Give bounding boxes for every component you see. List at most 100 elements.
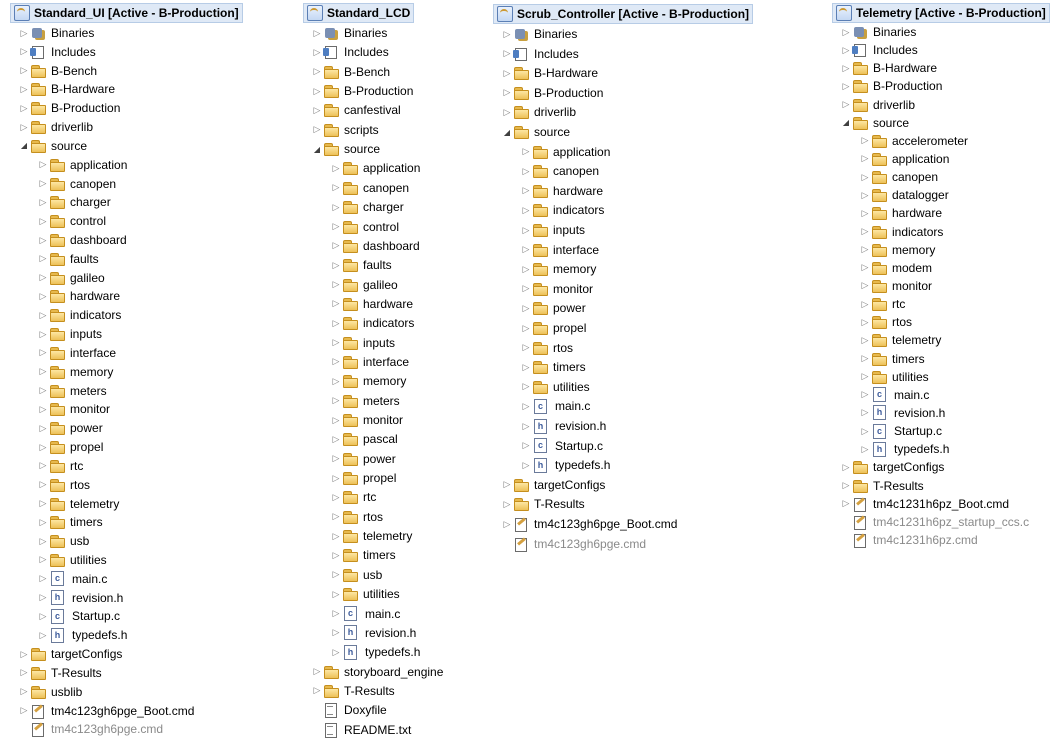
expand-arrow-icon[interactable]: ▷ [330, 647, 342, 658]
tree-item-pascal[interactable]: ▷ pascal [330, 430, 398, 448]
expand-arrow-icon[interactable]: ▷ [330, 298, 342, 309]
expand-arrow-icon[interactable]: ▷ [520, 225, 532, 236]
tree-item-indicators[interactable]: ▷ indicators [520, 201, 604, 219]
expand-arrow-icon[interactable]: ▷ [501, 48, 513, 59]
collapse-arrow-icon[interactable]: ◢ [501, 128, 513, 137]
project-header[interactable]: Standard_UI [Active - B-Production] [10, 3, 243, 23]
expand-arrow-icon[interactable]: ▷ [840, 498, 852, 509]
expand-arrow-icon[interactable]: ▷ [520, 146, 532, 157]
expand-arrow-icon[interactable]: ▷ [330, 511, 342, 522]
expand-arrow-icon[interactable]: ▷ [37, 630, 49, 641]
tree-item-usblib[interactable]: ▷ usblib [18, 683, 82, 701]
tree-item-includes[interactable]: ▷ Includes [501, 45, 579, 63]
expand-arrow-icon[interactable]: ▷ [37, 573, 49, 584]
tree-item-b-hardware[interactable]: ▷ B-Hardware [501, 64, 598, 82]
expand-arrow-icon[interactable]: ▷ [520, 283, 532, 294]
expand-arrow-icon[interactable]: ▷ [37, 423, 49, 434]
tree-item-main-c[interactable]: ▷ c main.c [37, 570, 107, 588]
tree-item-b-hardware[interactable]: ▷ B-Hardware [840, 59, 937, 77]
tree-item-galileo[interactable]: ▷ galileo [37, 269, 105, 287]
tree-item-revision-h[interactable]: ▷ h revision.h [330, 624, 416, 642]
expand-arrow-icon[interactable]: ▷ [520, 166, 532, 177]
expand-arrow-icon[interactable]: ▷ [37, 178, 49, 189]
tree-item-telemetry[interactable]: ▷ telemetry [859, 331, 941, 349]
expand-arrow-icon[interactable]: ▷ [37, 536, 49, 547]
expand-arrow-icon[interactable]: ▷ [37, 310, 49, 321]
expand-arrow-icon[interactable]: ▷ [840, 27, 852, 38]
expand-arrow-icon[interactable]: ▷ [501, 499, 513, 510]
tree-item-rtos[interactable]: ▷ rtos [37, 476, 90, 494]
tree-item-monitor[interactable]: ▷ monitor [859, 277, 932, 295]
tree-item-rtos[interactable]: ▷ rtos [330, 508, 383, 526]
expand-arrow-icon[interactable]: ▷ [311, 685, 323, 696]
expand-arrow-icon[interactable]: ▷ [18, 705, 30, 716]
expand-arrow-icon[interactable]: ▷ [37, 479, 49, 490]
expand-arrow-icon[interactable]: ▷ [311, 105, 323, 116]
tree-item-utilities[interactable]: ▷ utilities [520, 378, 590, 396]
expand-arrow-icon[interactable]: ▷ [859, 407, 871, 418]
expand-arrow-icon[interactable]: ▷ [520, 440, 532, 451]
tree-item-typedefs-h[interactable]: ▷ h typedefs.h [37, 626, 127, 644]
expand-arrow-icon[interactable]: ▷ [37, 611, 49, 622]
tree-item-scripts[interactable]: ▷ scripts [311, 121, 379, 139]
expand-arrow-icon[interactable]: ▷ [37, 498, 49, 509]
expand-arrow-icon[interactable]: ▷ [330, 202, 342, 213]
tree-item-faults[interactable]: ▷ faults [37, 250, 99, 268]
expand-arrow-icon[interactable]: ▷ [330, 434, 342, 445]
tree-item-main-c[interactable]: ▷ c main.c [520, 397, 590, 415]
expand-arrow-icon[interactable]: ▷ [18, 103, 30, 114]
expand-arrow-icon[interactable]: ▷ [37, 291, 49, 302]
tree-item-memory[interactable]: ▷ memory [330, 372, 406, 390]
tree-item-timers[interactable]: ▷ timers [330, 546, 396, 564]
tree-item-rtos[interactable]: ▷ rtos [520, 339, 573, 357]
tree-item-b-production[interactable]: ▷ B-Production [501, 84, 603, 102]
expand-arrow-icon[interactable]: ▷ [330, 240, 342, 251]
tree-item-tm4c123gh6pge-boot-cmd[interactable]: ▷ tm4c123gh6pge_Boot.cmd [18, 702, 194, 720]
tree-item-b-production[interactable]: ▷ B-Production [311, 82, 413, 100]
expand-arrow-icon[interactable]: ▷ [18, 122, 30, 133]
expand-arrow-icon[interactable]: ▷ [330, 415, 342, 426]
expand-arrow-icon[interactable]: ▷ [840, 45, 852, 56]
expand-arrow-icon[interactable]: ▷ [330, 376, 342, 387]
tree-item-application[interactable]: ▷ application [859, 150, 949, 168]
tree-item-typedefs-h[interactable]: ▷ h typedefs.h [520, 456, 610, 474]
tree-item-indicators[interactable]: ▷ indicators [859, 223, 943, 241]
tree-item-modem[interactable]: ▷ modem [859, 259, 932, 277]
tree-item-tm4c1231h6pz-boot-cmd[interactable]: ▷ tm4c1231h6pz_Boot.cmd [840, 495, 1009, 513]
tree-item-control[interactable]: ▷ control [37, 212, 106, 230]
expand-arrow-icon[interactable]: ▷ [330, 337, 342, 348]
tree-item-includes[interactable]: ▷ Includes [18, 43, 96, 61]
expand-arrow-icon[interactable]: ▷ [520, 244, 532, 255]
expand-arrow-icon[interactable]: ▷ [37, 159, 49, 170]
tree-item-startup-c[interactable]: ▷ c Startup.c [859, 422, 942, 440]
tree-item-t-results[interactable]: ▷ T-Results [501, 495, 585, 513]
project-header[interactable]: Standard_LCD [303, 3, 415, 23]
tree-item-binaries[interactable]: ▷ Binaries [311, 24, 388, 42]
expand-arrow-icon[interactable]: ▷ [859, 262, 871, 273]
expand-arrow-icon[interactable]: ▷ [859, 153, 871, 164]
expand-arrow-icon[interactable]: ▷ [520, 264, 532, 275]
tree-item-telemetry[interactable]: ▷ telemetry [330, 527, 412, 545]
tree-item-interface[interactable]: ▷ interface [520, 241, 599, 259]
expand-arrow-icon[interactable]: ▷ [520, 323, 532, 334]
tree-item-charger[interactable]: ▷ charger [37, 193, 111, 211]
expand-arrow-icon[interactable]: ▷ [311, 124, 323, 135]
expand-arrow-icon[interactable]: ▷ [18, 84, 30, 95]
tree-item-source[interactable]: ◢ source [840, 114, 909, 132]
expand-arrow-icon[interactable]: ▷ [330, 318, 342, 329]
tree-item-memory[interactable]: ▷ memory [859, 241, 935, 259]
tree-item-charger[interactable]: ▷ charger [330, 198, 404, 216]
tree-item-memory[interactable]: ▷ memory [520, 260, 596, 278]
tree-item-targetconfigs[interactable]: ▷ targetConfigs [18, 645, 122, 663]
expand-arrow-icon[interactable]: ▷ [311, 666, 323, 677]
tree-item-application[interactable]: ▷ application [330, 159, 420, 177]
tree-item-storyboard-engine[interactable]: ▷ storyboard_engine [311, 663, 443, 681]
project-header[interactable]: Telemetry [Active - B-Production] [832, 3, 1050, 23]
tree-item-utilities[interactable]: ▷ utilities [37, 551, 107, 569]
expand-arrow-icon[interactable]: ▷ [330, 395, 342, 406]
tree-item-monitor[interactable]: ▷ monitor [520, 280, 593, 298]
expand-arrow-icon[interactable]: ▷ [501, 107, 513, 118]
expand-arrow-icon[interactable]: ▷ [330, 279, 342, 290]
expand-arrow-icon[interactable]: ▷ [311, 66, 323, 77]
tree-item-memory[interactable]: ▷ memory [37, 363, 113, 381]
